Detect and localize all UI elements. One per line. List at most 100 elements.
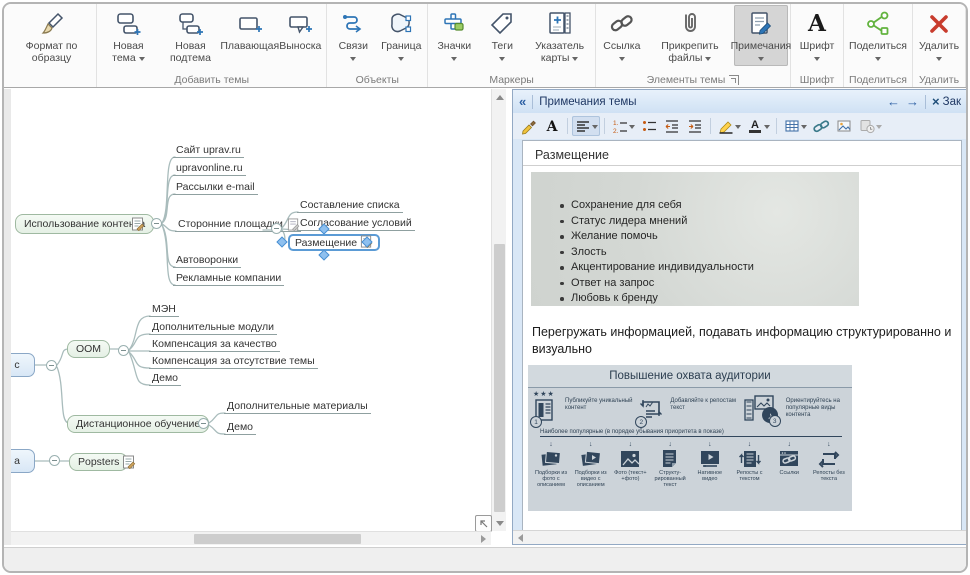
floating-topic-icon <box>236 8 264 40</box>
notes-align-button[interactable] <box>572 116 600 136</box>
notes-horizontal-scrollbar[interactable] <box>513 530 967 544</box>
close-panel-button[interactable]: × Зак <box>932 94 961 109</box>
new-subtopic-button[interactable]: Новая подтема <box>158 5 223 66</box>
map-topic[interactable]: Автоворонки <box>173 254 241 268</box>
group-label: Шрифт <box>793 72 841 87</box>
hyperlink-button[interactable]: Ссылка <box>598 5 646 66</box>
notes-timestamp-button[interactable] <box>856 116 884 136</box>
horizontal-scroll-thumb[interactable] <box>194 534 361 544</box>
map-topic-label: а <box>14 455 20 467</box>
collapse-toggle[interactable] <box>198 418 209 429</box>
slide-bullet: Желание помочь <box>571 229 859 245</box>
font-button[interactable]: А Шрифт <box>793 5 841 66</box>
map-index-button[interactable]: Указатель карты <box>526 5 593 66</box>
notes-button[interactable]: Примечания <box>734 5 788 66</box>
icon-markers-button[interactable]: Значки <box>430 5 478 66</box>
notes-editor[interactable]: Размещение Сохранение для себя Статус ли… <box>522 140 962 531</box>
button-label: Шрифт <box>800 40 835 65</box>
notes-numbered-list-button[interactable]: 1.2. <box>609 116 637 136</box>
map-topic[interactable]: Сторонние площадки <box>175 218 301 232</box>
slide-bullet-list: Сохранение для себя Статус лидера мнений… <box>531 172 859 307</box>
ribbon: Формат по образцу Новая тема Новая подте… <box>4 4 966 88</box>
notes-font-color-button[interactable]: A <box>744 116 772 136</box>
map-vertical-scrollbar[interactable] <box>491 89 506 531</box>
map-node-root2[interactable]: с <box>11 353 35 377</box>
svg-text:1.: 1. <box>613 120 619 127</box>
floating-topic-button[interactable]: Плавающая <box>223 5 276 53</box>
infographic-steps: ★★★ 1 Публикуйте уникальный контент 2 До… <box>528 388 852 426</box>
notes-indent-button[interactable] <box>684 116 706 136</box>
infographic-item: ↓ Нативное видео <box>691 441 729 488</box>
map-topic[interactable]: Сайт uprav.ru <box>173 144 244 158</box>
topic-notes-icon[interactable] <box>122 455 136 474</box>
map-topic[interactable]: Составление списка <box>297 199 403 213</box>
notes-panel: « Примечания темы ← → × Зак A 1.2. A <box>512 89 968 545</box>
map-topic[interactable]: Согласование условий <box>297 217 415 231</box>
infographic-item: ↓ Подборки из фото с описанием <box>532 441 570 488</box>
app-window: Формат по образцу Новая тема Новая подте… <box>2 2 968 573</box>
collapse-toggle[interactable] <box>46 360 57 371</box>
map-node-distance[interactable]: Дистанционное обучение <box>67 415 209 433</box>
notes-format-painter-button[interactable] <box>518 116 540 136</box>
map-topic[interactable]: Дополнительные материалы <box>224 400 371 414</box>
dialog-launcher-icon[interactable] <box>729 75 739 85</box>
fit-map-button[interactable] <box>475 515 492 532</box>
collapse-toggle[interactable] <box>151 218 162 229</box>
notes-image-button[interactable] <box>833 116 855 136</box>
map-topic[interactable]: Рассылки e-mail <box>173 181 258 195</box>
attach-files-button[interactable]: Прикрепить файлы <box>646 5 734 66</box>
repost-with-text-icon <box>738 449 762 469</box>
scroll-up-arrow[interactable] <box>492 91 507 103</box>
previous-note-icon[interactable]: ← <box>887 94 900 109</box>
map-horizontal-scrollbar[interactable] <box>11 531 491 545</box>
collapse-toggle[interactable] <box>118 345 129 356</box>
dropdown-caret <box>619 57 625 61</box>
map-topic[interactable]: Дополнительные модули <box>149 321 277 335</box>
map-topic[interactable]: upravonline.ru <box>173 162 246 176</box>
map-topic[interactable]: Демо <box>149 372 181 386</box>
slide-bullet: Акцентирование индивидуальности <box>571 260 859 276</box>
vertical-scroll-thumb[interactable] <box>494 244 505 512</box>
callout-button[interactable]: Выноска <box>276 5 324 53</box>
map-topic-label: Использование контента <box>24 218 145 230</box>
slide-bullet: Сохранение для себя <box>571 198 859 214</box>
popular-label: Наиболее популярные (в порядке убывания … <box>528 426 852 435</box>
notes-font-button[interactable]: A <box>541 116 563 136</box>
new-topic-button[interactable]: Новая тема <box>99 5 158 66</box>
divider <box>523 165 961 166</box>
scroll-left-arrow[interactable] <box>518 534 523 542</box>
share-button[interactable]: Поделиться <box>846 5 910 66</box>
delete-button[interactable]: Удалить <box>915 5 963 66</box>
map-node-root3[interactable]: а <box>11 449 35 473</box>
svg-text:А: А <box>808 10 827 37</box>
tags-button[interactable]: Теги <box>478 5 526 66</box>
notes-highlight-button[interactable] <box>715 116 743 136</box>
boundary-button[interactable]: Граница <box>377 5 425 66</box>
map-node-oom[interactable]: ООМ <box>67 340 110 358</box>
map-canvas[interactable]: Использование контента Сайт uprav.ru upr… <box>11 89 491 531</box>
next-note-icon[interactable]: → <box>906 94 919 109</box>
map-topic-label: Дистанционное обучение <box>76 418 200 430</box>
format-painter-button[interactable]: Формат по образцу <box>9 5 94 66</box>
map-node-popsters[interactable]: Popsters <box>69 453 128 471</box>
collapse-panel-icon[interactable]: « <box>519 94 526 109</box>
scroll-down-arrow[interactable] <box>492 517 507 529</box>
map-topic[interactable]: Демо <box>224 421 256 435</box>
collapse-toggle[interactable] <box>271 223 282 234</box>
notes-outdent-button[interactable] <box>661 116 683 136</box>
map-topic[interactable]: Компенсация за качество <box>149 338 280 352</box>
ribbon-group-topic-elements: Ссылка Прикрепить файлы Примечания Элеме… <box>596 4 791 87</box>
group-label: Элементы темы <box>647 74 726 86</box>
scroll-right-arrow[interactable] <box>477 532 489 545</box>
map-topic[interactable]: МЭН <box>149 303 179 317</box>
notes-hyperlink-button[interactable] <box>810 116 832 136</box>
notes-bullet-list-button[interactable] <box>638 116 660 136</box>
topic-notes-icon[interactable] <box>131 217 145 236</box>
relationship-button[interactable]: Связи <box>329 5 377 66</box>
notes-table-button[interactable] <box>781 116 809 136</box>
notes-panel-header: « Примечания темы ← → × Зак <box>513 90 967 113</box>
map-topic[interactable]: Компенсация за отсутствие темы <box>149 355 318 369</box>
dropdown-caret <box>814 57 820 61</box>
collapse-toggle[interactable] <box>49 455 60 466</box>
map-topic[interactable]: Рекламные компании <box>173 272 284 286</box>
